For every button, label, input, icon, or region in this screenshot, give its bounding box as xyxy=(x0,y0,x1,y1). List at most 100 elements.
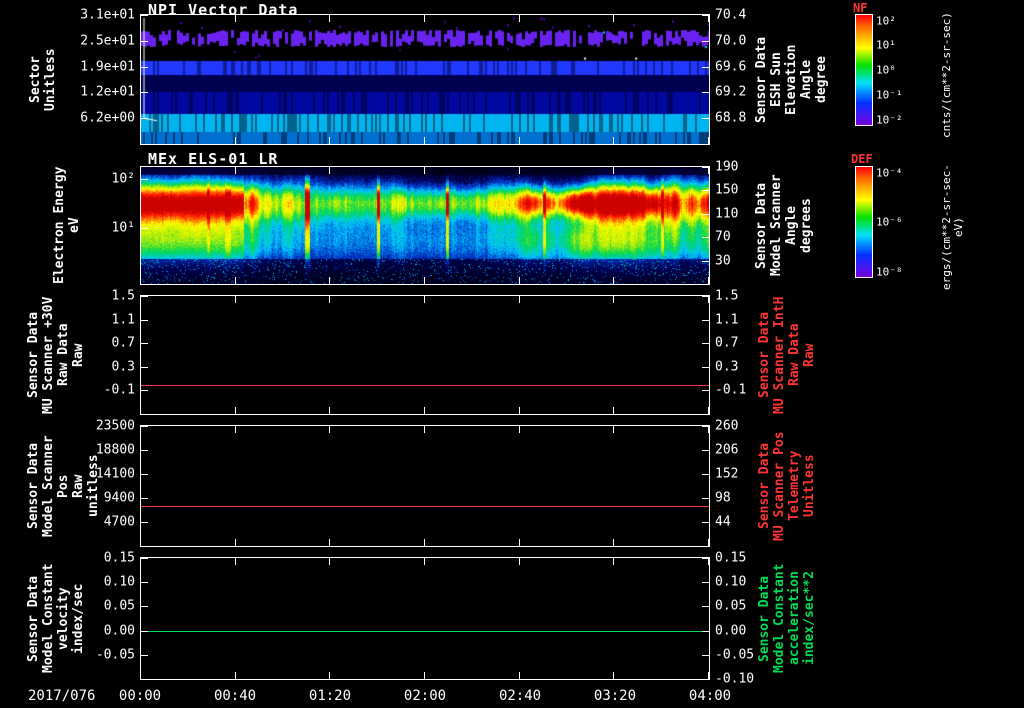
tick-mark xyxy=(424,558,425,565)
tick-mark xyxy=(708,539,709,546)
mu-scanner-line-panel: 1.5 1.1 0.7 0.3 -0.1 1.5 1.1 0.7 0.3 -0.1 xyxy=(104,289,746,415)
y-tick-label: 0.7 xyxy=(111,335,135,351)
els-spectrogram-canvas xyxy=(141,167,709,284)
tick-mark xyxy=(518,137,520,144)
y-tick-label: 110 xyxy=(715,206,739,222)
y-tick-label: 0.3 xyxy=(715,359,739,375)
mu30v-left-axis-label: Sensor Data MU Scanner +30V Raw Data Raw xyxy=(26,296,86,414)
velocity-left-axis-label: Sensor Data Model Constant velocity inde… xyxy=(26,563,86,674)
tick-mark xyxy=(329,167,331,174)
tick-mark xyxy=(140,672,141,679)
els-right-axis-label: Sensor Data Model Scanner Angle degrees xyxy=(754,174,814,277)
tick-mark xyxy=(141,474,148,475)
y-tick-label: 206 xyxy=(715,442,739,458)
tick-mark xyxy=(424,426,425,433)
tick-mark xyxy=(708,15,709,22)
tick-mark xyxy=(613,539,615,546)
y-tick-label: 30 xyxy=(715,253,731,269)
y-tick-label: 4700 xyxy=(103,514,135,530)
npi-spectrogram-canvas xyxy=(141,15,709,144)
tick-mark xyxy=(141,40,148,42)
tick-mark xyxy=(140,558,141,565)
y-tick-label: 1.5 xyxy=(715,288,739,304)
model-constant-velocity-line xyxy=(141,630,709,632)
nf-colorbar-units: cnts/(cm**2-sr-sec) xyxy=(940,12,953,138)
y-tick-label: 3.1e+01 xyxy=(80,7,135,23)
tick-mark xyxy=(141,227,148,229)
tick-mark xyxy=(613,15,615,22)
tick-mark xyxy=(518,407,520,414)
tick-mark xyxy=(234,407,236,414)
tick-mark xyxy=(141,582,148,584)
tick-mark xyxy=(702,450,709,451)
x-axis-tick-labels: 00:00 00:40 01:20 02:00 02:40 03:20 04:00 xyxy=(119,688,731,706)
tick-mark xyxy=(518,672,520,679)
tick-mark xyxy=(234,558,236,565)
colorbar-tick-label: 10⁻⁸ xyxy=(876,265,903,278)
tick-mark xyxy=(141,426,148,427)
tick-mark xyxy=(234,277,236,284)
tick-mark xyxy=(613,672,615,679)
y-tick-label: 70.4 xyxy=(715,7,747,23)
tick-mark xyxy=(518,15,520,22)
tick-mark xyxy=(140,15,141,22)
tick-mark xyxy=(234,15,236,22)
tick-mark xyxy=(702,366,709,368)
npi-right-axis-label: Sensor Data ESH Sun Elevation Angle degr… xyxy=(754,36,829,123)
y-tick-label: 0.05 xyxy=(103,598,135,614)
tick-mark xyxy=(140,296,141,303)
colorbar-tick-label: 10¹ xyxy=(876,38,896,52)
tick-mark xyxy=(702,260,709,262)
y-tick-label: 2.5e+01 xyxy=(80,33,135,49)
tick-mark xyxy=(424,539,425,546)
tick-mark xyxy=(140,137,141,144)
tick-mark xyxy=(141,450,148,451)
y-tick-label: 98 xyxy=(715,490,731,506)
y-tick-label: 152 xyxy=(715,466,739,482)
tick-mark xyxy=(702,190,709,192)
tick-mark xyxy=(708,277,709,284)
tick-mark xyxy=(702,92,709,94)
def-colorbar: 10⁻⁴ 10⁻⁶ 10⁻⁸ xyxy=(855,166,903,278)
tick-mark xyxy=(424,15,425,22)
tick-mark xyxy=(140,539,141,546)
tick-mark xyxy=(702,118,709,120)
els-left-axis-label: Electron Energy eV xyxy=(52,166,82,285)
x-tick-label: 03:20 xyxy=(593,688,637,704)
tick-mark xyxy=(518,167,520,174)
y-tick-label: 69.2 xyxy=(715,84,747,100)
tick-mark xyxy=(702,498,709,499)
tick-mark xyxy=(702,522,709,523)
acceleration-right-axis-label: Sensor Data Model Constant acceleration … xyxy=(757,563,817,674)
tick-mark xyxy=(702,630,709,632)
tick-mark xyxy=(424,407,425,414)
tick-mark xyxy=(141,606,148,608)
colorbar-tick-label: 10⁻¹ xyxy=(876,88,903,102)
def-colorbar-units: ergs/(cm**2-sr-sec-eV) xyxy=(940,164,965,290)
y-tick-label: 14100 xyxy=(95,466,135,482)
tick-mark xyxy=(141,558,148,559)
y-tick-label: 0.05 xyxy=(715,598,747,614)
y-tick-label: -0.05 xyxy=(715,647,755,663)
tick-mark xyxy=(702,213,709,215)
tick-mark xyxy=(329,137,331,144)
tick-mark xyxy=(141,118,148,120)
scanpos-left-axis-label: Sensor Data Model Scanner Pos Raw unitle… xyxy=(26,435,101,537)
y-tick-label: 1.1 xyxy=(715,312,739,328)
tick-mark xyxy=(329,296,331,303)
tick-mark xyxy=(702,66,709,68)
tick-mark xyxy=(613,137,615,144)
tick-mark xyxy=(518,426,520,433)
model-constant-velocity-line-panel: 0.15 0.10 0.05 0.00 -0.05 0.15 0.10 0.05 0.00 -0.… xyxy=(96,551,754,687)
x-tick-label: 02:00 xyxy=(403,688,447,704)
tick-mark xyxy=(424,672,425,679)
y-tick-label: 1.9e+01 xyxy=(80,59,135,75)
y-tick-label: 0.10 xyxy=(715,574,747,590)
model-scanner-pos-line-panel: 23500 18800 14100 9400 4700 260 206 152 98 44 xyxy=(96,419,738,547)
y-tick-label: 0.15 xyxy=(715,550,747,566)
tick-mark xyxy=(518,296,520,303)
npi-left-axis-label: Sector Unitless xyxy=(28,48,58,111)
tick-mark xyxy=(424,277,425,284)
y-tick-label: 1.2e+01 xyxy=(80,84,135,100)
tick-mark xyxy=(141,390,148,392)
